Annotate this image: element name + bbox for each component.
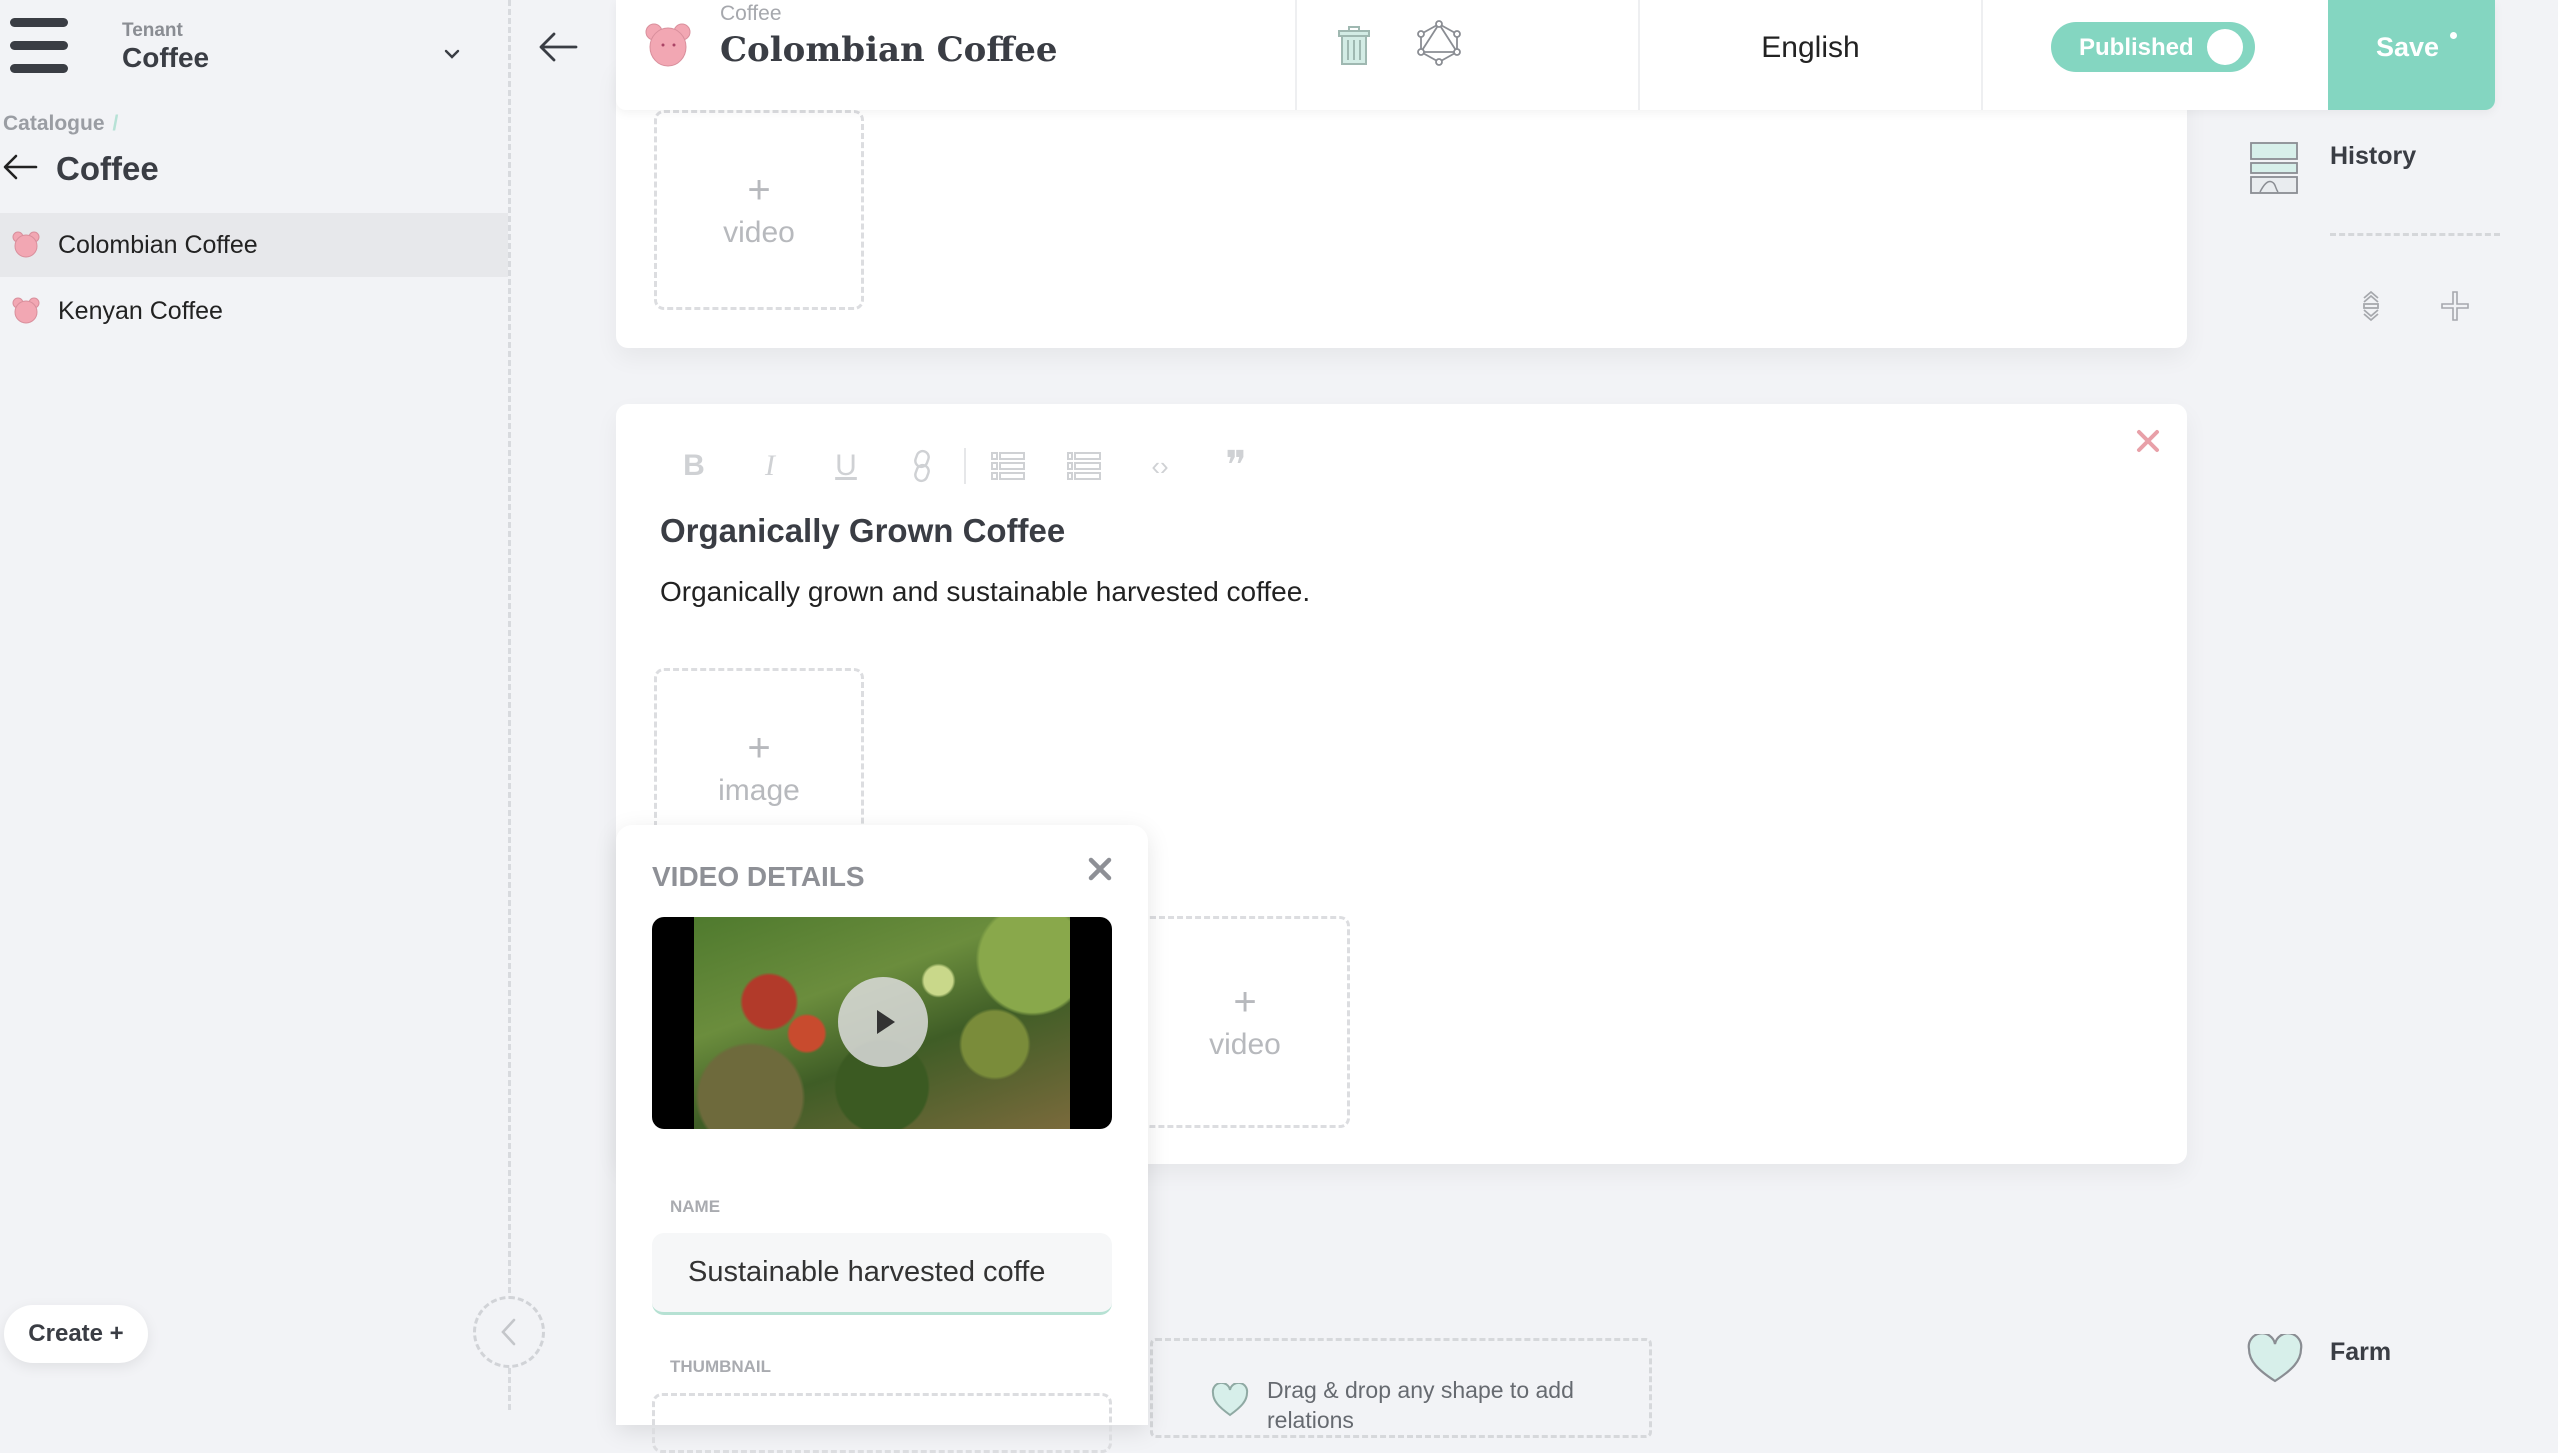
folder-title: Coffee — [56, 150, 159, 187]
plus-icon: + — [747, 168, 771, 212]
add-video-placeholder[interactable]: + video — [654, 110, 864, 310]
thumbnail-label: THUMBNAIL — [670, 1357, 772, 1376]
name-label: NAME — [670, 1197, 721, 1216]
collapse-sidebar-button[interactable] — [473, 1296, 545, 1368]
bulleted-list-icon — [1067, 452, 1101, 480]
list-item-label: Kenyan Coffee — [58, 296, 223, 325]
rich-text-toolbar: B I U ‹› ❞ — [656, 444, 1274, 488]
toolbar-separator — [964, 448, 966, 484]
back-arrow-icon[interactable] — [2, 152, 38, 182]
thumbnail-drop-zone[interactable] — [652, 1393, 1112, 1453]
video-details-popup: VIDEO DETAILS NAME THUMBNAIL — [616, 825, 1148, 1453]
bear-icon — [12, 231, 40, 258]
reorder-icon[interactable] — [2360, 290, 2382, 322]
publish-section: Published — [1983, 0, 2328, 110]
farm-label[interactable]: Farm — [2330, 1338, 2391, 1367]
trash-icon[interactable] — [1337, 26, 1371, 66]
bear-icon — [645, 23, 691, 67]
link-icon — [914, 449, 930, 483]
play-button[interactable] — [838, 977, 928, 1067]
shape-drop-zone[interactable]: Drag & drop any shape to add relations — [1150, 1338, 1652, 1438]
save-button[interactable]: Save — [2328, 0, 2495, 110]
language-selector[interactable]: English — [1640, 0, 1983, 110]
video-preview[interactable] — [652, 917, 1112, 1129]
back-arrow-icon[interactable] — [538, 30, 578, 64]
sidebar-divider — [508, 0, 511, 1410]
published-toggle[interactable]: Published — [2051, 22, 2255, 72]
shape-drop-text: Drag & drop any shape to add relations — [1267, 1377, 1574, 1433]
bear-icon — [12, 297, 40, 324]
header-breadcrumb: Coffee — [720, 2, 782, 25]
popup-title: VIDEO DETAILS — [652, 861, 865, 892]
history-divider — [2330, 233, 2500, 236]
toggle-knob — [2207, 29, 2243, 65]
chevron-left-icon — [501, 1318, 516, 1346]
list-item-colombian-coffee[interactable]: Colombian Coffee — [0, 213, 508, 277]
quote-button[interactable]: ❞ — [1198, 444, 1274, 488]
numbered-list-icon — [991, 452, 1025, 480]
breadcrumb-separator: / — [112, 112, 119, 135]
play-icon — [877, 1010, 895, 1034]
list-item-label: Colombian Coffee — [58, 230, 258, 259]
content-heading[interactable]: Organically Grown Coffee — [660, 512, 1065, 550]
plus-icon: + — [747, 726, 771, 770]
history-icon — [2250, 142, 2298, 194]
heart-icon — [1211, 1383, 1249, 1417]
published-label: Published — [2079, 34, 2194, 61]
plus-icon: + — [1233, 980, 1257, 1024]
italic-button[interactable]: I — [732, 446, 808, 486]
bold-button[interactable]: B — [656, 446, 732, 486]
code-button[interactable]: ‹› — [1122, 446, 1198, 486]
item-header: Coffee Colombian Coffee English Publishe… — [616, 0, 2495, 110]
underline-button[interactable]: U — [808, 446, 884, 486]
unsaved-indicator — [2450, 32, 2457, 39]
list-item-kenyan-coffee[interactable]: Kenyan Coffee — [0, 279, 508, 343]
breadcrumb: Catalogue / — [3, 112, 118, 136]
header-actions — [1297, 0, 1640, 110]
numbered-list-button[interactable] — [970, 446, 1046, 486]
page-title: Colombian Coffee — [720, 30, 1058, 70]
heart-icon — [2247, 1334, 2303, 1383]
placeholder-label: video — [1209, 1028, 1281, 1061]
tenant-label: Tenant — [122, 20, 183, 41]
header-title-section: Coffee Colombian Coffee — [616, 0, 1297, 110]
save-label: Save — [2376, 32, 2440, 62]
name-input[interactable] — [652, 1233, 1112, 1315]
chevron-down-icon[interactable] — [440, 42, 464, 66]
placeholder-label: image — [718, 774, 800, 807]
tenant-selector[interactable]: Coffee — [122, 42, 209, 74]
graphql-icon[interactable] — [1417, 20, 1461, 66]
bulleted-list-button[interactable] — [1046, 446, 1122, 486]
content-paragraph[interactable]: Organically grown and sustainable harves… — [660, 576, 1310, 608]
menu-icon[interactable] — [10, 18, 68, 74]
link-button[interactable] — [884, 446, 960, 486]
close-icon[interactable] — [2135, 428, 2161, 454]
create-button[interactable]: Create + — [4, 1305, 148, 1363]
add-icon[interactable] — [2440, 290, 2470, 322]
placeholder-label: video — [723, 216, 795, 249]
breadcrumb-catalogue[interactable]: Catalogue — [3, 112, 105, 135]
history-label[interactable]: History — [2330, 142, 2416, 171]
add-video-placeholder[interactable]: + video — [1140, 916, 1350, 1128]
close-icon[interactable] — [1086, 855, 1114, 883]
sidebar: Tenant Coffee Catalogue / Coffee Colombia… — [0, 0, 510, 1410]
